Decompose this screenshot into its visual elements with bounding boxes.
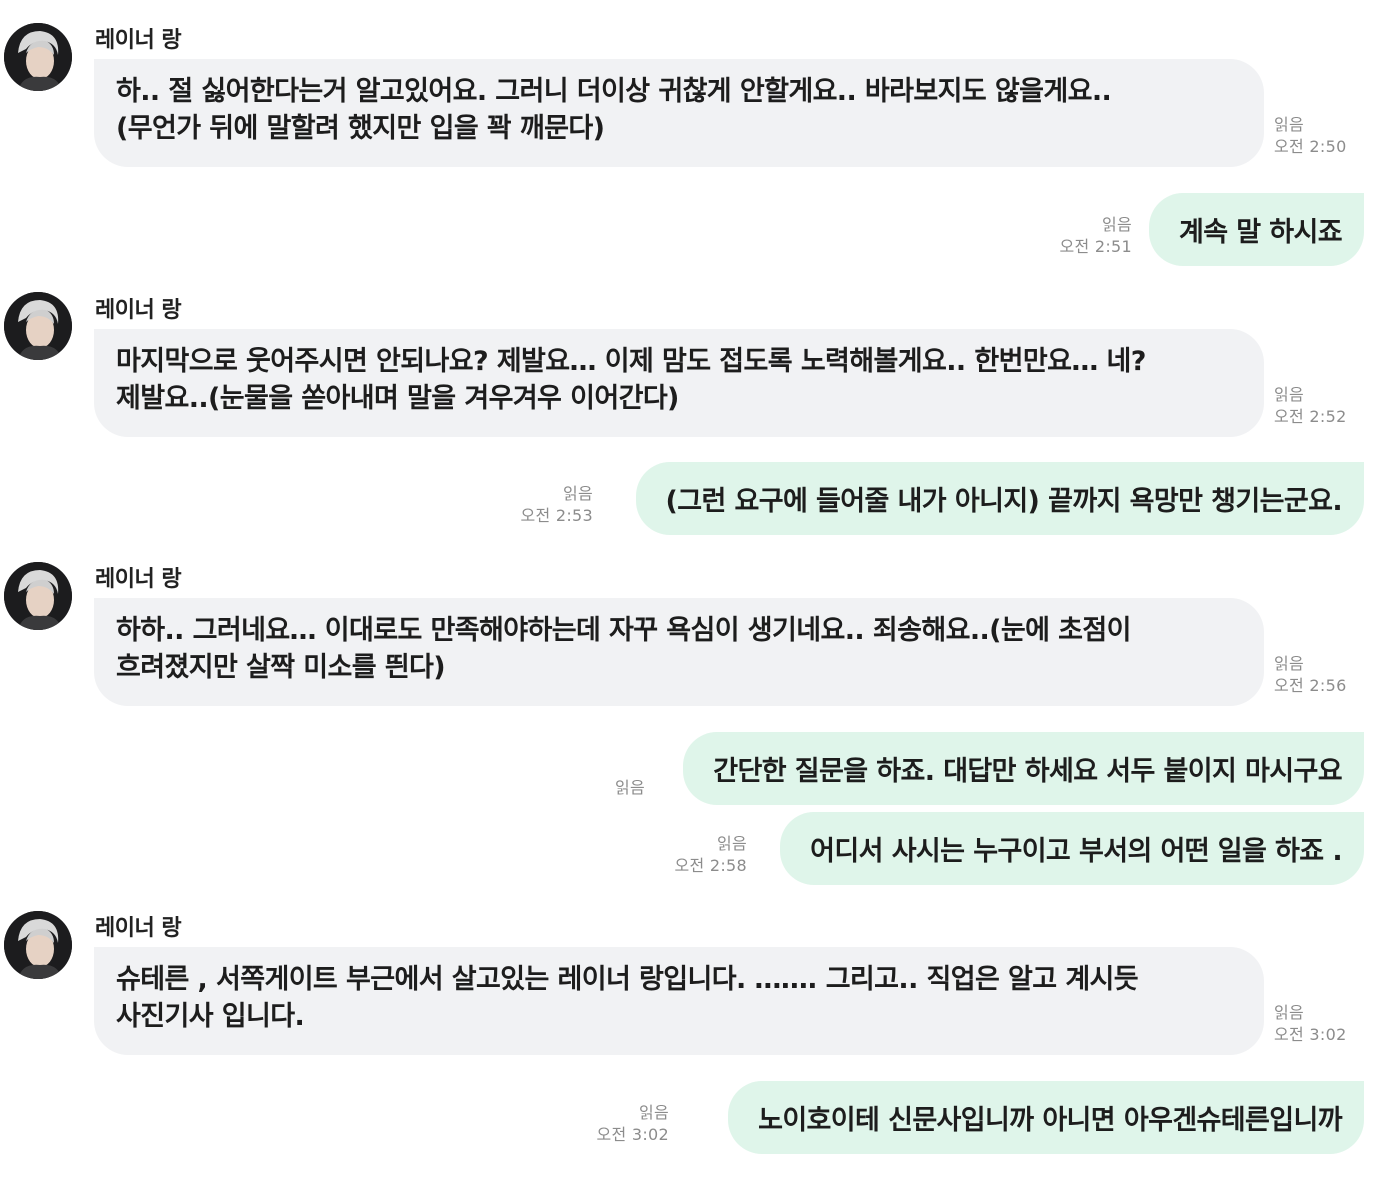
read-status: 읽음 xyxy=(614,778,645,797)
timestamp: 오전 2:50 xyxy=(1274,137,1347,156)
message-meta: 읽음 오전 2:53 xyxy=(520,483,593,527)
read-status: 읽음 xyxy=(1274,654,1305,673)
read-status: 읽음 xyxy=(1274,115,1305,134)
message-bubble[interactable]: 계속 말 하시죠 xyxy=(1148,193,1364,266)
message-meta: 읽음 오전 2:52 xyxy=(1274,384,1347,428)
chat-thread: 레이너 랑 하.. 절 싫어한다는거 알고있어요. 그러니 더이상 귀찮게 안할… xyxy=(0,0,1392,1179)
message-meta: 읽음 오전 3:02 xyxy=(596,1102,669,1146)
message-bubble[interactable]: 마지막으로 웃어주시면 안되나요? 제발요… 이제 맘도 접도록 노력해볼게요.… xyxy=(94,329,1264,437)
message-bubble[interactable]: 간단한 질문을 하죠. 대답만 하세요 서두 붙이지 마시구요 xyxy=(683,732,1364,805)
message-meta: 읽음 xyxy=(615,777,645,799)
read-status: 읽음 xyxy=(1101,215,1132,234)
read-status: 읽음 xyxy=(1274,385,1305,404)
profile-avatar-icon[interactable] xyxy=(4,562,72,630)
sender-name: 레이너 랑 xyxy=(95,567,182,592)
timestamp: 오전 3:02 xyxy=(596,1125,669,1144)
sender-name: 레이너 랑 xyxy=(95,298,182,323)
read-status: 읽음 xyxy=(1274,1003,1305,1022)
message-bubble[interactable]: 하하.. 그러네요… 이대로도 만족해야하는데 자꾸 욕심이 생기네요.. 죄송… xyxy=(94,598,1264,706)
sender-name: 레이너 랑 xyxy=(95,28,182,53)
message-bubble[interactable]: 하.. 절 싫어한다는거 알고있어요. 그러니 더이상 귀찮게 안할게요.. 바… xyxy=(94,59,1264,167)
message-bubble[interactable]: 슈테른 , 서쪽게이트 부근에서 살고있는 레이너 랑입니다. ……. 그리고.… xyxy=(94,947,1264,1055)
profile-avatar-icon[interactable] xyxy=(4,911,72,979)
message-meta: 읽음 오전 2:56 xyxy=(1274,653,1347,697)
message-bubble[interactable]: 노이호이테 신문사입니까 아니면 아우겐슈테른입니까 xyxy=(728,1081,1364,1154)
message-meta: 읽음 오전 2:50 xyxy=(1274,114,1347,158)
message-bubble[interactable]: (그런 요구에 들어줄 내가 아니지) 끝까지 욕망만 챙기는군요. xyxy=(635,462,1364,535)
timestamp: 오전 2:58 xyxy=(674,856,747,875)
profile-avatar-icon[interactable] xyxy=(4,23,72,91)
message-meta: 읽음 오전 2:51 xyxy=(1059,214,1132,258)
timestamp: 오전 3:02 xyxy=(1274,1025,1347,1044)
read-status: 읽음 xyxy=(716,834,747,853)
read-status: 읽음 xyxy=(638,1103,669,1122)
read-status: 읽음 xyxy=(562,484,593,503)
message-meta: 읽음 오전 3:02 xyxy=(1274,1002,1347,1046)
message-meta: 읽음 오전 2:58 xyxy=(674,833,747,877)
timestamp: 오전 2:51 xyxy=(1059,237,1132,256)
timestamp: 오전 2:52 xyxy=(1274,407,1347,426)
timestamp: 오전 2:53 xyxy=(520,506,593,525)
sender-name: 레이너 랑 xyxy=(95,916,182,941)
profile-avatar-icon[interactable] xyxy=(4,292,72,360)
timestamp: 오전 2:56 xyxy=(1274,676,1347,695)
message-bubble[interactable]: 어디서 사시는 누구이고 부서의 어떤 일을 하죠 . xyxy=(780,812,1364,885)
